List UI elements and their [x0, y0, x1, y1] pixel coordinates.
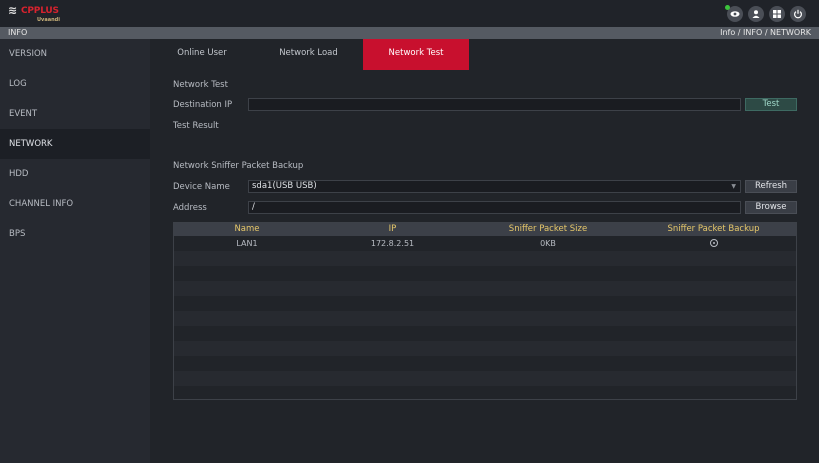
table-header: Name IP Sniffer Packet Size Sniffer Pack… — [174, 223, 796, 236]
browse-button[interactable]: Browse — [745, 201, 797, 214]
column-header-size: Sniffer Packet Size — [508, 224, 588, 234]
column-header-ip: IP — [388, 224, 397, 234]
address-label: Address — [173, 203, 207, 213]
table-row — [174, 311, 796, 326]
chevron-down-icon: ▼ — [731, 183, 736, 190]
sidebar-item-network[interactable]: NETWORK — [0, 129, 150, 159]
test-result-label: Test Result — [173, 121, 219, 131]
table-row — [174, 281, 796, 296]
refresh-button[interactable]: Refresh — [745, 180, 797, 193]
brand-name: CPPLUS — [21, 6, 59, 16]
brand-logo: ≋ CPPLUS Uvaandi — [8, 4, 64, 24]
device-name-select[interactable]: sda1(USB USB) ▼ — [248, 180, 741, 193]
address-input[interactable]: / — [248, 201, 741, 214]
table-row — [174, 326, 796, 341]
tab-online-user[interactable]: Online User — [150, 39, 254, 70]
sidebar-item-log[interactable]: LOG — [0, 69, 150, 99]
table-row — [174, 266, 796, 281]
table-row — [174, 296, 796, 311]
row-ip: 172.8.2.51 — [370, 239, 415, 248]
grid-icon[interactable] — [769, 6, 785, 22]
tab-network-test[interactable]: Network Test — [363, 39, 469, 70]
backup-start-icon[interactable] — [709, 239, 718, 247]
sniffer-heading: Network Sniffer Packet Backup — [173, 161, 304, 171]
sidebar-item-channel-info[interactable]: CHANNEL INFO — [0, 189, 150, 219]
device-name-label: Device Name — [173, 182, 230, 192]
page-title: INFO — [8, 28, 28, 37]
table-row — [174, 356, 796, 371]
tab-bar: Online User Network Load Network Test — [150, 39, 469, 70]
network-test-heading: Network Test — [173, 80, 228, 90]
table-row — [174, 371, 796, 386]
power-icon[interactable] — [790, 6, 806, 22]
sidebar-item-event[interactable]: EVENT — [0, 99, 150, 129]
status-dot — [725, 5, 730, 10]
main-panel: Online User Network Load Network Test Ne… — [150, 39, 819, 463]
row-size: 0KB — [540, 239, 556, 248]
destination-ip-input[interactable] — [248, 98, 741, 111]
destination-ip-label: Destination IP — [173, 100, 233, 110]
test-button[interactable]: Test — [745, 98, 797, 111]
table-row — [174, 251, 796, 266]
row-backup — [631, 236, 796, 251]
row-name: LAN1 — [236, 239, 258, 248]
sidebar-item-version[interactable]: VERSION — [0, 39, 150, 69]
sidebar: VERSION LOG EVENT NETWORK HDD CHANNEL IN… — [0, 39, 150, 463]
brand-mark: ≋ — [8, 4, 18, 17]
sniffer-table: Name IP Sniffer Packet Size Sniffer Pack… — [173, 222, 797, 400]
column-header-name: Name — [234, 224, 260, 234]
table-row — [174, 341, 796, 356]
table-row[interactable]: LAN1 172.8.2.51 0KB — [174, 236, 796, 251]
device-name-value: sda1(USB USB) — [252, 181, 317, 191]
user-icon[interactable] — [748, 6, 764, 22]
brand-sub: Uvaandi — [37, 17, 60, 23]
column-header-backup: Sniffer Packet Backup — [667, 224, 760, 234]
top-bar: ≋ CPPLUS Uvaandi — [0, 0, 819, 27]
breadcrumb[interactable]: Info / INFO / NETWORK — [720, 27, 811, 39]
eye-icon[interactable] — [725, 5, 743, 22]
sidebar-item-bps[interactable]: BPS — [0, 219, 150, 249]
top-icon-group — [725, 5, 806, 22]
title-bar: INFO Info / INFO / NETWORK — [0, 27, 819, 39]
tab-network-load[interactable]: Network Load — [254, 39, 363, 70]
sidebar-item-hdd[interactable]: HDD — [0, 159, 150, 189]
